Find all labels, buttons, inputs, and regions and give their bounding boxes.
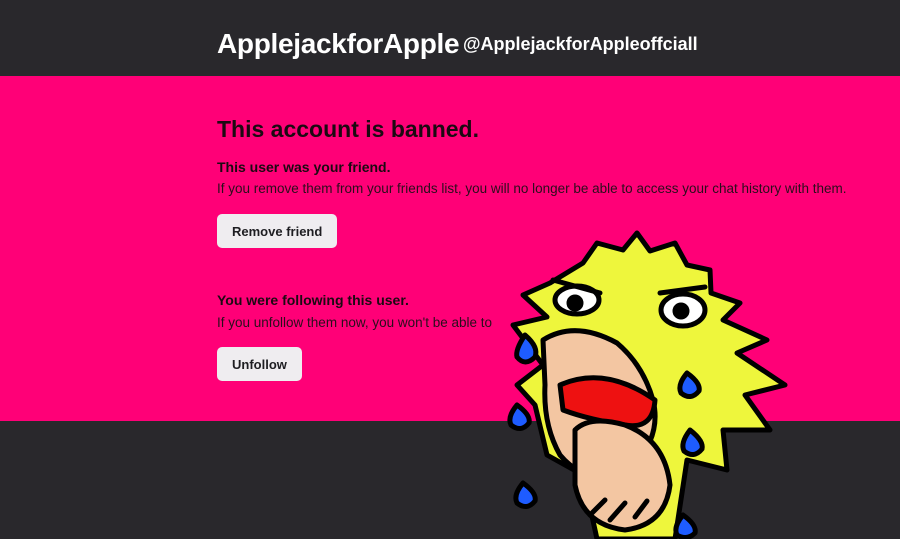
unfollow-button[interactable]: Unfollow (217, 347, 302, 381)
tear-drop (513, 480, 538, 509)
friend-description: If you remove them from your friends lis… (217, 181, 847, 196)
remove-friend-button[interactable]: Remove friend (217, 214, 338, 248)
tear-drop (673, 512, 698, 539)
following-heading: You were following this user. (217, 292, 409, 308)
profile-header: ApplejackforApple @ApplejackforAppleoffc… (0, 0, 900, 76)
user-handle: @ApplejackforAppleoffciall (463, 34, 698, 54)
friend-heading: This user was your friend. (217, 159, 391, 175)
crying-character-image (507, 230, 788, 539)
tear-drop (507, 402, 532, 431)
banned-title: This account is banned. (217, 116, 479, 142)
following-description: If you unfollow them now, you won't be a… (217, 315, 492, 330)
display-name: ApplejackforApple (217, 28, 460, 59)
